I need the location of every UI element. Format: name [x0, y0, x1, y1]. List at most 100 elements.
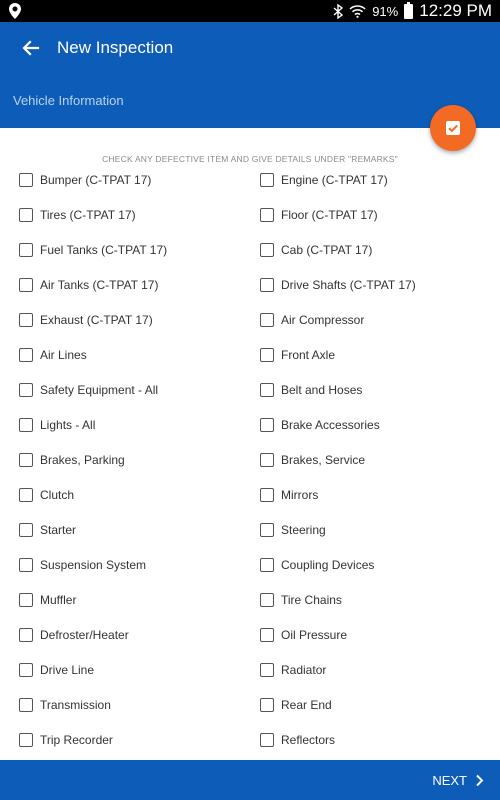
checklist-item[interactable]: Air Lines: [19, 337, 87, 372]
chevron-right-icon: [476, 774, 484, 786]
checklist-item[interactable]: Exhaust (C-TPAT 17): [19, 302, 153, 337]
checklist-item[interactable]: Transmission: [19, 687, 111, 722]
checkbox[interactable]: [19, 697, 33, 712]
checkbox[interactable]: [260, 242, 274, 257]
checklist-item-label: Radiator: [281, 662, 327, 677]
checkbox[interactable]: [19, 277, 33, 292]
section-title: Vehicle Information: [13, 93, 124, 108]
checkbox[interactable]: [19, 172, 33, 187]
checklist-item[interactable]: Drive Shafts (C-TPAT 17): [260, 267, 416, 302]
checkbox[interactable]: [260, 662, 274, 677]
checkbox[interactable]: [260, 172, 274, 187]
checklist-item[interactable]: Reflectors: [260, 722, 335, 757]
checklist-item[interactable]: Lights - All: [19, 407, 95, 442]
checklist-item-label: Lights - All: [40, 417, 96, 432]
fab-confirm-button[interactable]: [430, 105, 476, 151]
checkbox[interactable]: [19, 312, 33, 327]
checkbox[interactable]: [260, 697, 274, 712]
checkbox[interactable]: [260, 732, 274, 747]
checklist-item-label: Engine (C-TPAT 17): [281, 172, 388, 187]
checklist-item[interactable]: Oil Pressure: [260, 617, 347, 652]
checkbox[interactable]: [19, 347, 33, 362]
checklist-item[interactable]: Brakes, Parking: [19, 442, 125, 477]
checkbox[interactable]: [19, 557, 33, 572]
checklist-item[interactable]: Fuel Tanks (C-TPAT 17): [19, 232, 167, 267]
checkbox[interactable]: [260, 277, 274, 292]
checklist-item-label: Drive Line: [40, 662, 95, 677]
checklist-item-label: Floor (C-TPAT 17): [281, 207, 378, 222]
checklist-item[interactable]: Steering: [260, 512, 326, 547]
checklist-item-label: Bumper (C-TPAT 17): [40, 172, 152, 187]
checklist-item-label: Cab (C-TPAT 17): [281, 242, 373, 257]
checklist-item[interactable]: Front Axle: [260, 337, 335, 372]
checklist-item[interactable]: Belt and Hoses: [260, 372, 362, 407]
checkbox[interactable]: [260, 592, 274, 607]
checkbox[interactable]: [260, 312, 274, 327]
checklist-item[interactable]: Air Compressor: [260, 302, 364, 337]
checkbox[interactable]: [260, 207, 274, 222]
checklist-item[interactable]: Drive Line: [19, 652, 94, 687]
checkbox[interactable]: [260, 382, 274, 397]
checkbox[interactable]: [260, 557, 274, 572]
checkbox[interactable]: [19, 207, 33, 222]
checklist-item[interactable]: Defroster/Heater: [19, 617, 129, 652]
checkbox[interactable]: [19, 662, 33, 677]
checkbox[interactable]: [19, 417, 33, 432]
status-bar: 91% 12:29 PM: [0, 0, 500, 22]
checkbox[interactable]: [260, 487, 274, 502]
checklist-item[interactable]: Brake Accessories: [260, 407, 380, 442]
checklist-item-label: Starter: [40, 522, 77, 537]
checklist-item[interactable]: Clutch: [19, 477, 74, 512]
checklist-item[interactable]: Cab (C-TPAT 17): [260, 232, 372, 267]
checklist-item[interactable]: Safety Equipment - All: [19, 372, 158, 407]
checklist-item[interactable]: Floor (C-TPAT 17): [260, 197, 378, 232]
next-button[interactable]: NEXT: [432, 760, 484, 800]
checkbox[interactable]: [19, 592, 33, 607]
checklist-item-label: Transmission: [40, 697, 111, 712]
checkbox[interactable]: [19, 452, 33, 467]
checkbox[interactable]: [260, 627, 274, 642]
checkbox[interactable]: [19, 382, 33, 397]
checklist-item-label: Tires (C-TPAT 17): [40, 207, 136, 222]
checkbox[interactable]: [19, 732, 33, 747]
checklist-item[interactable]: Starter: [19, 512, 76, 547]
arrow-back-icon[interactable]: [18, 36, 46, 60]
checkbox[interactable]: [19, 522, 33, 537]
checklist-item[interactable]: Coupling Devices: [260, 547, 374, 582]
checkbox[interactable]: [19, 627, 33, 642]
checklist-item[interactable]: Tires (C-TPAT 17): [19, 197, 136, 232]
checklist-item[interactable]: Mirrors: [260, 477, 318, 512]
checklist-item-label: Clutch: [40, 487, 75, 502]
checkbox[interactable]: [260, 417, 274, 432]
checklist-item[interactable]: Tire Chains: [260, 582, 342, 617]
bottom-bar: NEXT: [0, 760, 500, 800]
checklist-item-label: Air Lines: [40, 347, 87, 362]
checklist-item-label: Drive Shafts (C-TPAT 17): [281, 277, 416, 292]
checklist-item[interactable]: Muffler: [19, 582, 76, 617]
checklist-item-label: Muffler: [40, 592, 77, 607]
checklist-item[interactable]: Brakes, Service: [260, 442, 365, 477]
checklist-item[interactable]: Suspension System: [19, 547, 146, 582]
checkbox[interactable]: [19, 487, 33, 502]
checklist-item-label: Brakes, Service: [281, 452, 366, 467]
checklist-item[interactable]: Rear End: [260, 687, 332, 722]
checkbox[interactable]: [260, 347, 274, 362]
checklist-item-label: Brake Accessories: [281, 417, 380, 432]
checklist-item[interactable]: Air Tanks (C-TPAT 17): [19, 267, 158, 302]
checklist-item-label: Trip Recorder: [40, 732, 113, 747]
checklist-item-label: Rear End: [281, 697, 332, 712]
checklist-item-label: Defroster/Heater: [40, 627, 129, 642]
checklist-item[interactable]: Radiator: [260, 652, 326, 687]
checklist-item[interactable]: Engine (C-TPAT 17): [260, 162, 388, 197]
checklist-item[interactable]: Trip Recorder: [19, 722, 113, 757]
checkbox[interactable]: [260, 452, 274, 467]
wifi-icon: [349, 5, 366, 18]
checklist-item-label: Oil Pressure: [281, 627, 348, 642]
checkbox[interactable]: [19, 242, 33, 257]
checklist-item[interactable]: Bumper (C-TPAT 17): [19, 162, 151, 197]
checklist-item-label: Air Tanks (C-TPAT 17): [40, 277, 159, 292]
checkbox[interactable]: [260, 522, 274, 537]
checklist-item-label: Exhaust (C-TPAT 17): [40, 312, 153, 327]
status-icons: 91% 12:29 PM: [333, 0, 492, 22]
app-bar: New Inspection Vehicle Information: [0, 22, 500, 128]
